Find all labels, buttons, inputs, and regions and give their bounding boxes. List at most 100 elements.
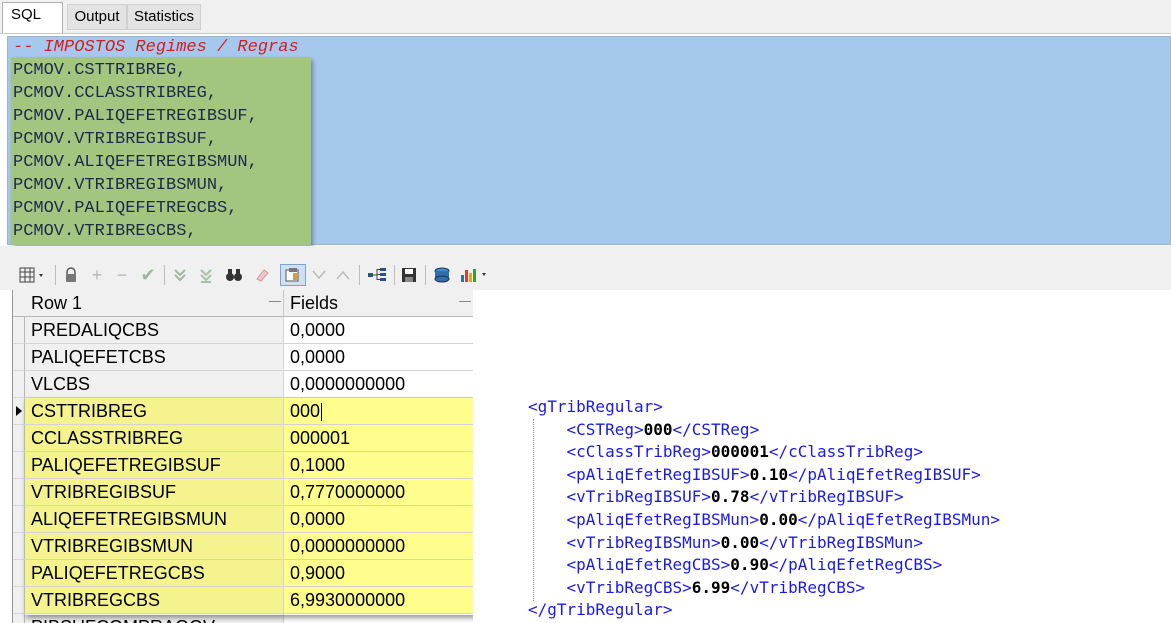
table-row[interactable]: VTRIBREGCBS 6,9930000000 (13, 587, 473, 614)
xml-value: 0.78 (711, 487, 750, 507)
sql-line: PCMOV.PALIQEFETREGCBS, (13, 199, 238, 218)
grid-header: Row 1 Fields (13, 290, 473, 317)
sql-editor[interactable]: -- IMPOSTOS Regimes / Regras PCMOV.CSTTR… (7, 36, 1171, 245)
add-icon[interactable]: + (88, 264, 106, 286)
row-indicator[interactable] (13, 344, 25, 371)
current-row-arrow-icon (16, 406, 22, 416)
row-indicator[interactable] (13, 452, 25, 479)
column-header-row[interactable]: Row 1 (25, 290, 284, 317)
field-name-cell[interactable]: PALIQEFETREGCBS (25, 560, 284, 587)
save-icon[interactable] (399, 264, 419, 286)
row-indicator[interactable] (13, 479, 25, 506)
table-row[interactable]: ALIQEFETREGIBSMUN 0,0000 (13, 506, 473, 533)
xml-close-tag: </pAliqEfetRegIBSMun> (797, 509, 1001, 529)
field-value-cell[interactable]: 0,0000 (284, 506, 473, 533)
row-indicator[interactable] (13, 398, 25, 425)
tree-icon[interactable] (365, 264, 389, 286)
table-row[interactable]: VTRIBREGIBSMUN 0,0000000000 (13, 533, 473, 560)
table-row[interactable]: VTRIBREGIBSUF 0,7770000000 (13, 479, 473, 506)
xml-close-tag: </vTribRegIBSUF> (749, 487, 904, 507)
xml-value: 0.00 (720, 532, 760, 552)
sql-line: PCMOV.CCLASSTRIBREG, (13, 84, 218, 103)
arrow-up-icon[interactable] (334, 264, 352, 286)
xml-value: 000001 (711, 442, 769, 462)
sql-line: PCMOV.PALIQEFETREGIBSUF, (13, 107, 258, 126)
field-name-cell[interactable]: CSTTRIBREG (25, 398, 284, 425)
table-row[interactable]: PIBSUFCOMPRAGOV (13, 614, 473, 623)
chart-icon[interactable] (457, 264, 493, 286)
row-indicator[interactable] (13, 587, 25, 614)
splitter[interactable] (0, 246, 1171, 260)
xml-line: <CSTReg>000</CSTReg> (528, 419, 1000, 442)
collapse-down-icon[interactable] (196, 264, 216, 286)
result-grid[interactable]: Row 1 Fields PREDALIQCBS 0,0000 PALIQEFETC… (12, 290, 473, 623)
arrow-down-icon[interactable] (310, 264, 328, 286)
tab-sql[interactable]: SQL (2, 2, 63, 33)
field-name-cell[interactable]: PALIQEFETREGIBSUF (25, 452, 284, 479)
xml-value: 000 (643, 419, 673, 439)
row-indicator[interactable] (13, 425, 25, 452)
field-name-cell[interactable]: PIBSUFCOMPRAGOV (25, 614, 284, 623)
field-value-text: 0,9000 (290, 563, 346, 583)
sql-line: PCMOV.VTRIBREGCBS, (13, 222, 197, 241)
table-row[interactable]: PALIQEFETCBS 0,0000 (13, 344, 473, 371)
field-value-cell[interactable] (284, 614, 473, 623)
table-row[interactable]: PALIQEFETREGCBS 0,9000 (13, 560, 473, 587)
table-row[interactable]: PREDALIQCBS 0,0000 (13, 317, 473, 344)
field-name-cell[interactable]: ALIQEFETREGIBSMUN (25, 506, 284, 533)
table-row[interactable]: PALIQEFETREGIBSUF 0,1000 (13, 452, 473, 479)
row-indicator[interactable] (13, 533, 25, 560)
row-indicator[interactable] (13, 317, 25, 344)
row-indicator[interactable] (13, 506, 25, 533)
field-value-cell[interactable]: 6,9930000000 (284, 587, 473, 614)
field-name-cell[interactable]: VTRIBREGCBS (25, 587, 284, 614)
field-name-cell[interactable]: CCLASSTRIBREG (25, 425, 284, 452)
column-resize-handle[interactable] (269, 294, 281, 302)
xml-close-tag: </pAliqEfetRegCBS> (768, 555, 943, 575)
field-value-text: 0,0000 (290, 347, 346, 367)
grid-toolbar: + − ✔ (0, 260, 1171, 290)
field-name-cell[interactable]: VTRIBREGIBSUF (25, 479, 284, 506)
tab-output[interactable]: Output (67, 4, 127, 30)
field-value-cell[interactable]: 0,0000000000 (284, 533, 473, 560)
field-value-cell[interactable]: 0,0000000000 (284, 371, 473, 398)
field-value-cell[interactable]: 000001 (284, 425, 473, 452)
column-header-fields[interactable]: Fields (284, 290, 473, 317)
field-value-text: 0,7770000000 (290, 482, 406, 502)
xml-root-close-tag: </gTribRegular> (528, 600, 673, 620)
tab-bar: SQL Output Statistics (0, 0, 1171, 34)
table-row[interactable]: CSTTRIBREG 000 (13, 398, 473, 425)
field-value-cell[interactable]: 0,0000 (284, 317, 473, 344)
column-resize-handle[interactable] (459, 294, 471, 302)
tab-statistics[interactable]: Statistics (127, 4, 201, 30)
sql-line: PCMOV.ALIQEFETREGIBSMUN, (13, 153, 258, 172)
field-value-text: 6,9930000000 (290, 590, 406, 610)
binoculars-icon[interactable] (223, 264, 245, 286)
check-icon[interactable]: ✔ (138, 264, 158, 286)
field-name-cell[interactable]: PREDALIQCBS (25, 317, 284, 344)
field-value-cell[interactable]: 0,1000 (284, 452, 473, 479)
field-value-cell[interactable]: 0,7770000000 (284, 479, 473, 506)
remove-icon[interactable]: − (113, 264, 131, 286)
table-row[interactable]: CCLASSTRIBREG 000001 (13, 425, 473, 452)
eraser-icon[interactable] (252, 264, 272, 286)
row-indicator[interactable] (13, 614, 25, 623)
xml-line: <vTribRegIBSMun>0.00</vTribRegIBSMun> (528, 532, 1000, 555)
expand-down-icon[interactable] (170, 264, 190, 286)
xml-open-tag: <pAliqEfetRegIBSUF> (566, 464, 750, 484)
field-name-cell[interactable]: VLCBS (25, 371, 284, 398)
xml-line: <gTribRegular> (528, 396, 1000, 419)
xml-close-tag: </pAliqEfetRegIBSUF> (788, 464, 981, 484)
database-icon[interactable] (431, 264, 453, 286)
row-indicator[interactable] (13, 371, 25, 398)
field-name-cell[interactable]: PALIQEFETCBS (25, 344, 284, 371)
table-row[interactable]: VLCBS 0,0000000000 (13, 371, 473, 398)
lock-icon[interactable] (61, 264, 81, 286)
field-value-cell[interactable]: 000 (284, 398, 473, 425)
field-value-cell[interactable]: 0,9000 (284, 560, 473, 587)
record-view-icon[interactable] (280, 264, 306, 286)
field-value-cell[interactable]: 0,0000 (284, 344, 473, 371)
field-name-cell[interactable]: VTRIBREGIBSMUN (25, 533, 284, 560)
grid-view-icon[interactable] (16, 264, 50, 286)
row-indicator[interactable] (13, 560, 25, 587)
